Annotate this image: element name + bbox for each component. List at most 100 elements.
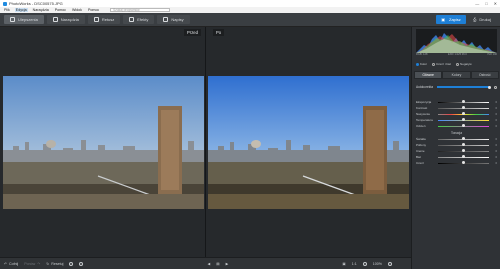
adjustment-label: Odcień: [416, 124, 426, 128]
app-icon: [3, 1, 7, 6]
gear-icon[interactable]: [494, 85, 497, 89]
after-photo: [208, 76, 409, 209]
tab-enhance[interactable]: Ulepszenia: [4, 15, 44, 24]
adjustment-slider[interactable]: [438, 100, 489, 104]
reset-label: Resetuj: [51, 261, 64, 266]
window-title: PhotoWorks - DSC00575.JPG: [9, 1, 63, 6]
slider-knob[interactable]: [462, 112, 465, 116]
histogram-exif: EXIF 1/125 f/9.0: [448, 53, 467, 56]
save-button[interactable]: ▣ Zapisz: [436, 15, 466, 24]
slider-knob[interactable]: [462, 124, 465, 128]
panel-tabs: Główne Kolory Ostrość: [414, 71, 499, 79]
preview-toggle[interactable]: [69, 261, 74, 266]
radio-dot: [432, 62, 436, 66]
radio-negative[interactable]: Negatyw: [456, 62, 472, 66]
after-label: Po: [213, 29, 225, 36]
slider-knob[interactable]: [488, 85, 491, 89]
reset-button[interactable]: ↻ Resetuj: [46, 262, 63, 266]
close-icon[interactable]: ✕: [494, 1, 497, 6]
tab-colors[interactable]: Kolory: [442, 71, 471, 79]
menu-item-help-2[interactable]: Pomoc: [87, 8, 100, 12]
radio-dot: [416, 62, 419, 66]
menu-item-view[interactable]: Widok: [71, 8, 83, 12]
tab-effects[interactable]: Efekty: [123, 15, 155, 24]
adjustment-slider[interactable]: [438, 118, 489, 122]
adjustment-slider[interactable]: [438, 124, 489, 128]
bottom-bar: ↶ Cofnij Ponów ↷ ↻ Resetuj ◀ ▤ ▶ ▣ 1:1 1…: [0, 257, 411, 269]
menu-item-edit[interactable]: Edycja: [14, 8, 28, 12]
adjustment-label: Cienie: [416, 149, 425, 153]
redo-button[interactable]: Ponów ↷: [24, 262, 40, 266]
slider-knob[interactable]: [462, 106, 465, 110]
adjustment-label: Czerń: [416, 161, 425, 165]
tab-sharpness[interactable]: Ostrość: [470, 71, 499, 79]
undo-button[interactable]: ↶ Cofnij: [4, 262, 18, 266]
adjustment-slider[interactable]: [438, 112, 489, 116]
adjustment-slider[interactable]: [438, 143, 489, 147]
menu-item-file[interactable]: Plik: [3, 8, 11, 12]
tab-text[interactable]: Napisy: [157, 15, 190, 24]
histogram-rgb: RGB: 128: [416, 53, 428, 56]
tab-label: Ulepszenia: [18, 17, 38, 22]
adjustment-slider[interactable]: [438, 155, 489, 159]
fit-button[interactable]: ▣: [342, 262, 345, 266]
histogram-info: RGB: 128 EXIF 1/125 f/9.0 ISO 100: [416, 53, 497, 56]
radio-label: Czerń i biel: [436, 62, 452, 66]
slider-knob[interactable]: [462, 155, 465, 159]
adjustment-slider[interactable]: [438, 137, 489, 141]
print-label: Drukuj: [479, 17, 491, 22]
adjustment-slider[interactable]: [438, 161, 489, 165]
slider-knob[interactable]: [462, 118, 465, 122]
adjustment-value: 0: [495, 149, 497, 153]
zoom-out-button[interactable]: [362, 261, 367, 266]
text-icon: [163, 17, 169, 22]
tab-tools[interactable]: Narzędzia: [46, 15, 85, 24]
next-image-button[interactable]: ▶: [226, 262, 229, 266]
tab-label: Narzędzia: [60, 17, 79, 22]
adjustment-slider[interactable]: [438, 106, 489, 110]
radio-grayscale[interactable]: Czerń i biel: [432, 62, 451, 66]
adjustment-value: 0: [495, 143, 497, 147]
adjustment-slider-row[interactable]: Odcień 0: [416, 123, 497, 129]
tab-retouch[interactable]: Retusz: [87, 15, 121, 24]
tab-label: Efekty: [137, 17, 149, 22]
actual-size-button[interactable]: 1:1: [352, 262, 357, 266]
histogram: [416, 29, 497, 53]
slider-knob[interactable]: [462, 143, 465, 147]
maximize-icon[interactable]: □: [485, 1, 487, 6]
adjustment-label: Ekspozycja: [416, 100, 432, 104]
tab-label: Napisy: [171, 17, 184, 22]
auto-correct-slider[interactable]: [437, 86, 489, 88]
window-controls: — □ ✕: [475, 1, 497, 6]
slider-knob[interactable]: [462, 161, 465, 165]
menu-item-help[interactable]: Pomoc: [54, 8, 67, 12]
zoom-in-button[interactable]: [387, 261, 392, 266]
slider-knob[interactable]: [462, 100, 465, 104]
adjustment-label: Kontrast: [416, 106, 428, 110]
auto-correct-label: Autokorekta: [416, 85, 434, 89]
adjustment-label: Biel: [416, 155, 422, 159]
minimize-icon[interactable]: —: [475, 1, 479, 6]
enhance-icon: [10, 17, 15, 22]
zoom-out-icon: [362, 261, 367, 266]
tools-icon: [52, 17, 58, 22]
tab-main[interactable]: Główne: [414, 71, 443, 79]
prev-image-button[interactable]: ◀: [207, 262, 210, 266]
adjustment-slider-row[interactable]: Czerń 0: [416, 160, 497, 166]
folder-button[interactable]: ▤: [216, 262, 219, 266]
print-button[interactable]: ⎙ Drukuj: [468, 15, 496, 24]
save-icon: ▣: [441, 17, 445, 22]
slider-knob[interactable]: [462, 137, 465, 141]
effects-icon: [129, 17, 135, 22]
compare-divider[interactable]: [205, 27, 206, 257]
adjustment-slider[interactable]: [438, 149, 489, 153]
adjustment-label: Światła: [416, 137, 426, 141]
radio-label: Kolor: [420, 62, 428, 66]
title-bar: PhotoWorks - DSC00575.JPG — □ ✕: [0, 0, 500, 7]
menu-item-tools[interactable]: Narzędzia: [32, 8, 50, 12]
compare-toggle[interactable]: [79, 261, 84, 266]
program-search-input[interactable]: Szukaj programów: [110, 7, 171, 13]
histogram-iso: ISO 100: [487, 53, 497, 56]
radio-color[interactable]: Kolor: [416, 62, 427, 66]
slider-knob[interactable]: [462, 149, 465, 153]
